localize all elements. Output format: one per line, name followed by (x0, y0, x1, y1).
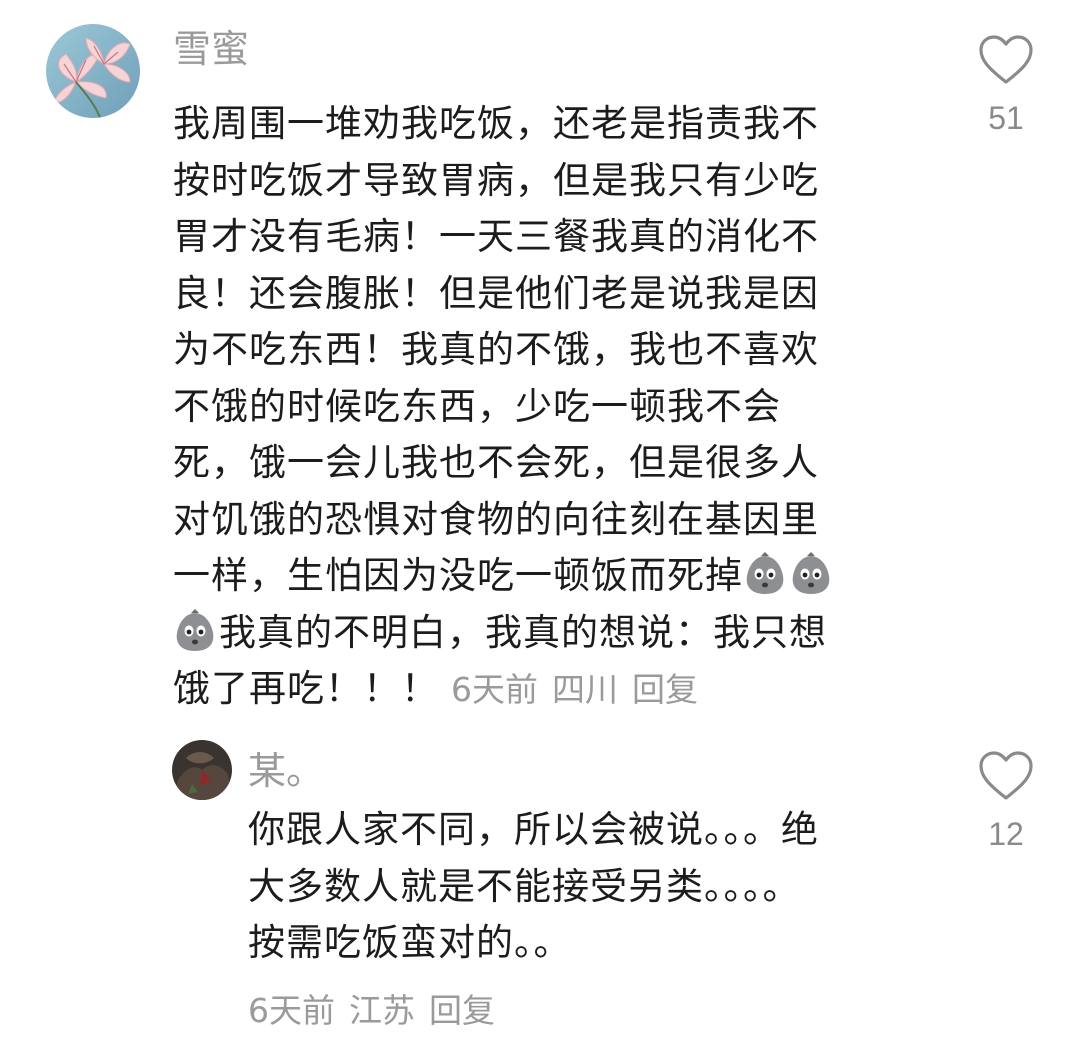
reply-button[interactable]: 回复 (632, 670, 698, 709)
comment-line: 对饥饿的恐惧对食物的向往刻在基因里 (173, 497, 819, 541)
comment-last-line: 饿了再吃！！！ 6天前 四川 回复 (173, 661, 913, 718)
like-count: 12 (988, 816, 1024, 852)
comment-line: 你跟人家不同，所以会被说。。。绝 (248, 808, 819, 851)
comment-line: 不饿的时候吃东西，少吃一顿我不会 (173, 384, 781, 428)
comment-time: 6天前 (451, 670, 538, 709)
reply-meta: 6天前 江苏 回复 (248, 984, 509, 1032)
comment-location: 四川 (552, 670, 618, 709)
reply-time: 6天前 (248, 991, 335, 1030)
worried-potato-emoji (173, 608, 217, 653)
comment-line: 胃才没有毛病！一天三餐我真的消化不 (173, 215, 819, 258)
comment-line-with-emoji: 我真的不明白，我真的想说：我只想 (173, 605, 913, 662)
comment-line: 良！还会腹胀！但是他们老是说我是因 (173, 271, 819, 315)
like-button[interactable]: 51 (971, 34, 1041, 137)
reply-button[interactable]: 回复 (429, 991, 495, 1030)
worried-potato-emoji (789, 552, 833, 596)
replier-username[interactable]: 某。 (248, 752, 324, 790)
replier-avatar[interactable] (172, 740, 232, 800)
comment-line: 按需吃饭蛮对的。。 (248, 921, 572, 964)
reply-body: 你跟人家不同，所以会被说。。。绝 大多数人就是不能接受另类。。。。 按需吃饭蛮对… (248, 802, 928, 972)
comment-line: 按时吃饭才导致胃病，但是我只有少吃 (173, 158, 819, 202)
comment-meta: 6天前 四川 回复 (451, 662, 712, 719)
commenter-avatar[interactable] (46, 24, 140, 118)
worried-potato-emoji (743, 552, 787, 596)
comment-line-with-emoji: 一样，生怕因为没吃一顿饭而死掉 (173, 548, 913, 605)
comment-line: 为不吃东西！我真的不饿，我也不喜欢 (173, 328, 819, 371)
heart-outline-icon (979, 751, 1033, 800)
comment-line: 饿了再吃！！！ (173, 667, 439, 710)
comment-line: 我真的不明白，我真的想说：我只想 (219, 610, 827, 654)
comment-line: 一样，生怕因为没吃一顿饭而死掉 (173, 554, 743, 597)
like-button[interactable]: 12 (971, 750, 1041, 853)
heart-outline-icon (979, 35, 1033, 84)
comment-line: 死，饿一会儿我也不会死，但是很多人 (173, 441, 819, 484)
commenter-username[interactable]: 雪蜜 (173, 30, 249, 68)
like-count: 51 (988, 100, 1024, 136)
reply-location: 江苏 (349, 991, 415, 1030)
comment-body: 我周围一堆劝我吃饭，还老是指责我不 按时吃饭才导致胃病，但是我只有少吃 胃才没有… (173, 96, 913, 718)
comment-line: 我周围一堆劝我吃饭，还老是指责我不 (173, 102, 819, 145)
comment-line: 大多数人就是不能接受另类。。。。 (248, 864, 801, 908)
